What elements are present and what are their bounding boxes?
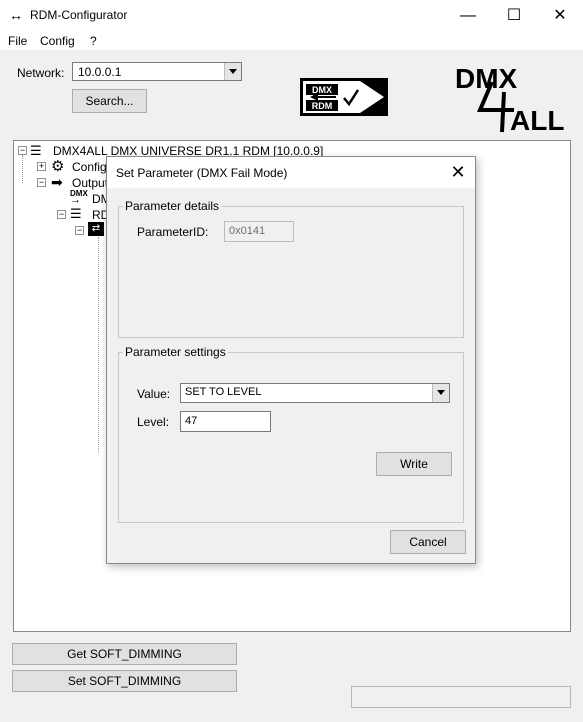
value-selected: SET TO LEVEL: [185, 386, 262, 398]
logo-brand-dmx: DMX: [455, 63, 518, 94]
dropdown-button[interactable]: [432, 384, 449, 402]
collapse-toggle[interactable]: −: [57, 210, 66, 219]
collapse-toggle[interactable]: −: [75, 226, 84, 235]
parameter-id-label: ParameterID:: [137, 225, 209, 239]
network-select[interactable]: 10.0.0.1: [72, 62, 242, 81]
logo-brand-all: ALL: [510, 105, 564, 135]
menu-config[interactable]: Config: [40, 34, 75, 48]
expand-toggle[interactable]: +: [37, 162, 46, 171]
level-label: Level:: [137, 415, 170, 429]
dmx-rdm-logo: DMX RDM: [300, 78, 388, 116]
get-soft-dimming-button[interactable]: Get SOFT_DIMMING: [12, 643, 237, 665]
menu-help[interactable]: ?: [90, 34, 97, 48]
arrow-right-icon: →: [70, 194, 81, 206]
dialog-title: Set Parameter (DMX Fail Mode): [116, 166, 288, 180]
parameter-settings-group: [118, 352, 464, 523]
collapse-toggle[interactable]: −: [37, 178, 46, 187]
chevron-down-icon: [437, 390, 445, 395]
status-field: [351, 686, 571, 708]
dialog-close-button[interactable]: ✕: [447, 162, 469, 182]
value-select[interactable]: SET TO LEVEL: [180, 383, 450, 403]
write-button[interactable]: Write: [376, 452, 452, 476]
level-input[interactable]: 47: [180, 411, 271, 432]
dmx4all-logo: DMX ALL: [455, 63, 564, 135]
double-arrow-icon: ↔: [9, 7, 23, 23]
search-button[interactable]: Search...: [72, 89, 147, 113]
set-soft-dimming-button[interactable]: Set SOFT_DIMMING: [12, 670, 237, 692]
arrow-right-icon: ➡: [51, 174, 63, 190]
tree-connector: [22, 155, 23, 183]
window-title: RDM-Configurator: [30, 8, 128, 22]
parameter-settings-title: Parameter settings: [123, 345, 228, 359]
maximize-button[interactable]: ☐: [491, 0, 537, 31]
set-parameter-dialog: Set Parameter (DMX Fail Mode) ✕ Paramete…: [106, 156, 476, 564]
gear-icon: ⚙: [51, 158, 65, 175]
network-value: 10.0.0.1: [78, 65, 122, 79]
collapse-toggle[interactable]: −: [18, 146, 27, 155]
chevron-down-icon: [229, 69, 237, 74]
tree-item-output[interactable]: Output: [72, 176, 108, 190]
network-label: Network:: [17, 66, 65, 80]
logo-rdm-text: RDM: [312, 101, 333, 111]
parameter-details-title: Parameter details: [123, 199, 222, 213]
value-label: Value:: [137, 387, 171, 401]
list-icon: ☰: [30, 143, 42, 158]
close-button[interactable]: ✕: [537, 0, 583, 31]
parameter-id-field: 0x0141: [224, 221, 294, 242]
cancel-button[interactable]: Cancel: [390, 530, 466, 554]
menu-bar: [0, 31, 583, 50]
logo-dmx-text: DMX: [312, 85, 332, 95]
minimize-button[interactable]: —: [445, 0, 491, 31]
list-icon: ☰: [70, 206, 82, 221]
tree-connector: [98, 237, 99, 453]
dropdown-button[interactable]: [224, 63, 241, 80]
menu-file[interactable]: File: [8, 34, 27, 48]
device-icon: ⇄: [88, 222, 104, 236]
